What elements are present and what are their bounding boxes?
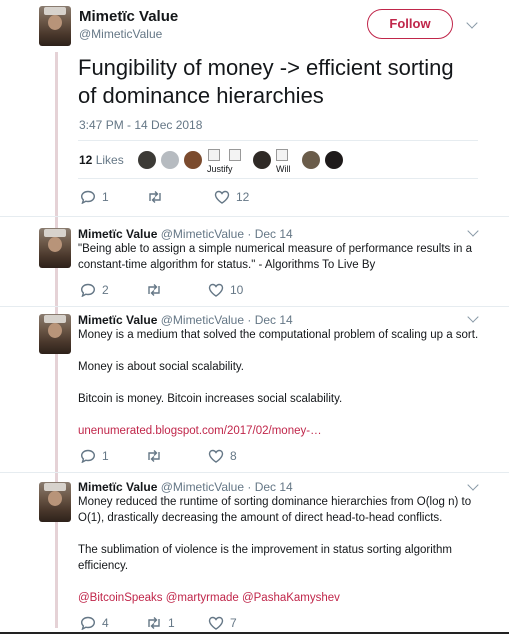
- author-name[interactable]: Mimetïc Value: [79, 8, 178, 25]
- author-name[interactable]: Mimetïc Value: [78, 227, 157, 241]
- divider: [78, 178, 478, 179]
- divider: [78, 140, 478, 141]
- liker-avatar[interactable]: [302, 151, 320, 169]
- tweet-meta[interactable]: @MimeticValue · Dec 14: [161, 227, 293, 241]
- like-button[interactable]: 10: [208, 283, 243, 297]
- like-count: 7: [230, 616, 237, 630]
- author-name[interactable]: Mimetïc Value: [78, 313, 157, 327]
- liker-avatar[interactable]: [184, 151, 202, 169]
- liker-avatar[interactable]: [229, 149, 241, 162]
- heart-icon: [214, 190, 230, 204]
- reply-icon: [80, 283, 96, 297]
- reply-count: 1: [102, 449, 109, 463]
- tweet-header: Mimetïc Value @MimeticValue · Dec 14: [78, 313, 293, 327]
- chevron-down-icon[interactable]: [467, 311, 479, 323]
- retweet-button[interactable]: [147, 190, 169, 204]
- tweet-header: Mimetïc Value @MimeticValue · Dec 14: [78, 227, 293, 241]
- follow-button[interactable]: Follow: [367, 9, 453, 39]
- reply-button[interactable]: 1: [80, 449, 109, 463]
- likes-summary[interactable]: 12 Likes: [79, 153, 124, 167]
- tweet-text: Money reduced the runtime of sorting dom…: [78, 496, 472, 508]
- liker-avatar[interactable]: [253, 151, 271, 169]
- liker-avatar[interactable]: [325, 151, 343, 169]
- tweet-text: efficiency.: [78, 560, 129, 572]
- tweet-text: O(1), drastically decreasing the amount …: [78, 512, 443, 524]
- heart-icon: [208, 616, 224, 630]
- tweet-text-line-2: of dominance hierarchies: [78, 83, 324, 108]
- avatar[interactable]: [39, 6, 71, 46]
- reply-button[interactable]: 2: [80, 283, 109, 297]
- retweet-button[interactable]: [146, 449, 168, 463]
- like-button[interactable]: 12: [214, 190, 249, 204]
- likes-label: Likes: [95, 153, 124, 167]
- author-handle[interactable]: @MimeticValue: [79, 27, 162, 41]
- liker-avatar[interactable]: [161, 151, 179, 169]
- liker-avatar[interactable]: [276, 149, 288, 162]
- retweet-count: 1: [168, 616, 175, 630]
- bottom-border: [0, 632, 509, 634]
- like-button[interactable]: 8: [208, 449, 237, 463]
- avatar[interactable]: [39, 314, 71, 354]
- tweet-text: "Being able to assign a simple numerical…: [78, 243, 472, 255]
- reply-icon: [80, 190, 96, 204]
- tweet-text-line-1: Fungibility of money -> efficient sortin…: [78, 55, 454, 80]
- avatar[interactable]: [39, 482, 71, 522]
- retweet-icon: [148, 450, 160, 462]
- retweet-button[interactable]: 1: [146, 616, 175, 630]
- avatar[interactable]: [39, 228, 71, 268]
- tweet-text: constant-time algorithm for status." - A…: [78, 259, 376, 271]
- tweet-link[interactable]: unenumerated.blogspot.com/2017/02/money-…: [78, 425, 322, 437]
- tweet-meta[interactable]: @MimeticValue · Dec 14: [161, 480, 293, 494]
- reply-icon: [80, 449, 96, 463]
- tweet-text: Money is a medium that solved the comput…: [78, 329, 479, 341]
- reply-count: 2: [102, 283, 109, 297]
- reply-count: 1: [102, 190, 109, 204]
- chevron-down-icon[interactable]: [467, 479, 479, 491]
- reply-icon: [80, 616, 96, 630]
- retweet-button[interactable]: [146, 283, 168, 297]
- tweet-mentions[interactable]: @BitcoinSpeaks @martyrmade @PashaKamyshe…: [78, 592, 340, 604]
- author-name[interactable]: Mimetïc Value: [78, 480, 157, 494]
- chevron-down-icon[interactable]: [467, 225, 479, 237]
- liker-avatar[interactable]: [208, 149, 220, 162]
- tweet-text: Money is about social scalability.: [78, 361, 244, 373]
- liker-name: Justify: [207, 164, 233, 174]
- tweet-timestamp[interactable]: 3:47 PM - 14 Dec 2018: [79, 118, 202, 132]
- like-button[interactable]: 7: [208, 616, 237, 630]
- reply-button[interactable]: 1: [80, 190, 109, 204]
- liker-avatar[interactable]: [138, 151, 156, 169]
- liker-name: Will: [276, 164, 291, 174]
- tweet-header: Mimetïc Value @MimeticValue · Dec 14: [78, 480, 293, 494]
- likes-count: 12: [79, 153, 93, 167]
- reply-count: 4: [102, 616, 109, 630]
- divider: [0, 216, 509, 217]
- tweet-text: Bitcoin is money. Bitcoin increases soci…: [78, 393, 343, 405]
- retweet-icon: [148, 284, 160, 296]
- tweet-meta[interactable]: @MimeticValue · Dec 14: [161, 313, 293, 327]
- retweet-icon: [148, 617, 160, 629]
- chevron-down-icon[interactable]: [466, 17, 478, 29]
- heart-icon: [208, 449, 224, 463]
- like-count: 12: [236, 190, 250, 204]
- divider: [0, 472, 509, 473]
- like-count: 10: [230, 283, 244, 297]
- heart-icon: [208, 283, 224, 297]
- like-count: 8: [230, 449, 237, 463]
- reply-button[interactable]: 4: [80, 616, 109, 630]
- retweet-icon: [149, 191, 161, 203]
- divider: [0, 306, 509, 307]
- tweet-text: The sublimation of violence is the impro…: [78, 544, 452, 556]
